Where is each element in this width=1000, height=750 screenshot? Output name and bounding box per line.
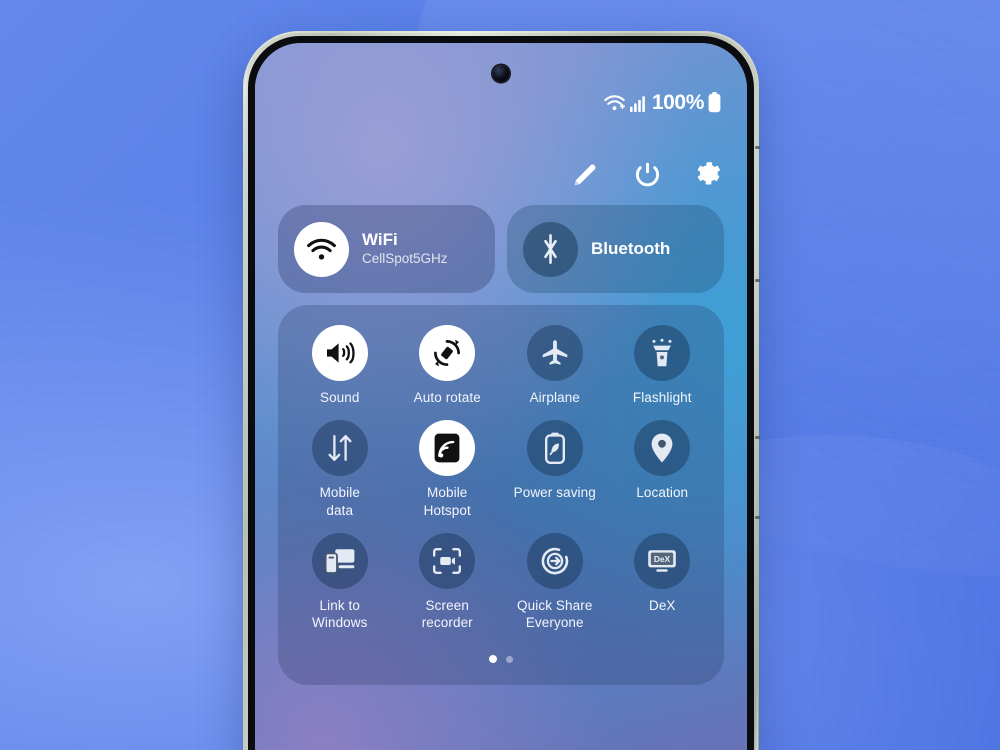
settings-button[interactable] [695,160,723,188]
phone-device: 100% WiFi CellSpot5GHz Bluetooth Sound A… [243,31,760,750]
tile-row: Mobile data Mobile Hotspot Power saving … [286,420,716,533]
wifi-tile-subtitle: CellSpot5GHz [362,250,448,266]
tile-label: Quick Share Everyone [517,597,593,631]
wifi-icon [603,93,626,112]
tile-row: Sound Auto rotate Airplane Flashlight [286,325,716,420]
phone-bezel: 100% WiFi CellSpot5GHz Bluetooth Sound A… [248,36,754,750]
wifi-tile-title: WiFi [362,230,398,250]
bluetooth-tile-text: Bluetooth [591,239,670,259]
wifi-icon [294,221,349,277]
screenshot-stage: 100% WiFi CellSpot5GHz Bluetooth Sound A… [0,0,1000,750]
pagination-dot-1[interactable] [489,655,497,664]
antenna-line-icon [755,146,760,149]
power-button[interactable] [633,160,661,188]
tile-label: Flashlight [632,390,692,405]
connectivity-tiles: WiFi CellSpot5GHz Bluetooth [278,205,724,293]
svg-text:DeX: DeX [654,554,671,564]
quick-tiles-grid: Sound Auto rotate Airplane Flashlight Mo… [278,305,724,686]
pagination-dot-2[interactable] [506,655,513,663]
tile-label: Sound [319,390,360,405]
battery-full-icon [708,92,721,113]
signal-bars-icon [629,94,648,112]
tile-label: Airplane [529,390,580,405]
tile-airplane[interactable]: Airplane [501,325,609,420]
bluetooth-tile[interactable]: Bluetooth [507,205,724,293]
tile-auto-rotate[interactable]: Auto rotate [394,325,502,420]
wifi-tile[interactable]: WiFi CellSpot5GHz [278,205,495,293]
antenna-line-icon [755,516,760,519]
wifi-tile-text: WiFi CellSpot5GHz [362,230,448,267]
tile-label: DeX [648,597,676,613]
battery-percent-label: 100% [651,91,705,114]
status-bar: 100% [603,92,721,113]
antenna-line-icon [755,436,760,439]
edit-button[interactable] [571,160,599,188]
data-arrows-icon [311,420,368,477]
header-action-row [571,160,723,188]
tile-sound[interactable]: Sound [286,325,394,420]
tile-label: Link to Windows [312,597,368,631]
tile-mobile-data[interactable]: Mobile data [286,420,394,533]
tile-quick-share[interactable]: Quick Share Everyone [501,532,609,646]
quick-settings-panel: WiFi CellSpot5GHz Bluetooth Sound Auto r… [278,205,724,686]
tile-label: Screen recorder [421,597,473,631]
tile-label: Mobile data [319,485,360,518]
link-to-windows-icon [311,532,368,589]
tile-label: Location [636,485,689,501]
battery-leaf-icon [526,420,583,477]
tile-dex[interactable]: DeX DeX [609,532,717,646]
volume-icon [311,325,368,381]
tile-flashlight[interactable]: Flashlight [609,325,717,420]
tile-label: Auto rotate [413,390,481,405]
dex-icon: DeX [634,532,691,589]
front-camera-punch-hole-icon [492,65,510,82]
tile-location[interactable]: Location [609,420,717,533]
tile-power-saving[interactable]: Power saving [501,420,609,533]
flashlight-icon [634,325,691,381]
location-pin-icon [634,420,691,477]
auto-rotate-icon [419,325,476,381]
tile-screen-recorder[interactable]: Screen recorder [394,532,502,646]
tile-label: Mobile Hotspot [423,485,471,518]
tile-row: Link to Windows Screen recorder Quick Sh… [286,532,717,646]
tile-label: Power saving [513,485,596,501]
screen-recorder-icon [419,532,476,589]
bluetooth-icon [523,221,578,277]
phone-screen: 100% WiFi CellSpot5GHz Bluetooth Sound A… [255,43,747,750]
bluetooth-tile-title: Bluetooth [591,239,671,259]
antenna-line-icon [755,279,760,282]
quick-share-icon [526,532,583,589]
hotspot-icon [419,420,476,477]
pagination-dots [286,645,716,679]
airplane-icon [526,325,583,381]
tile-mobile-hotspot[interactable]: Mobile Hotspot [394,420,502,533]
tile-link-to-windows[interactable]: Link to Windows [286,532,394,646]
